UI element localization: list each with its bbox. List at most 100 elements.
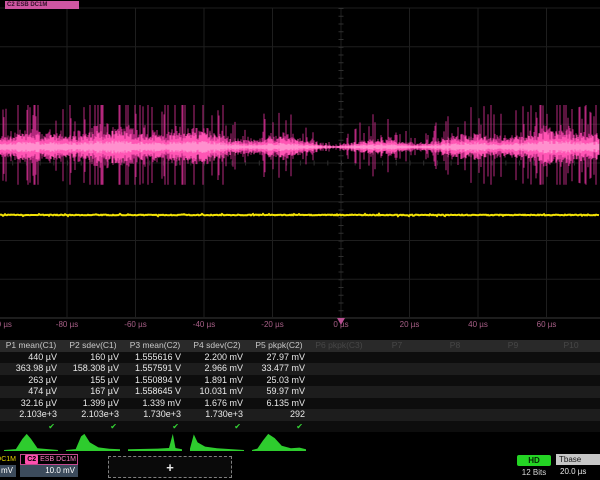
minor-tick: [339, 140, 344, 141]
measurement-value: 6.135 mV: [248, 398, 310, 410]
measurement-value: 1.550894 V: [124, 375, 186, 387]
minor-tick: [339, 31, 344, 32]
minor-tick: [339, 171, 344, 172]
minor-tick: [339, 256, 344, 257]
minor-tick: [12, 161, 13, 166]
minor-tick: [327, 161, 328, 166]
minor-tick: [339, 295, 344, 296]
measurement-header-p7[interactable]: P7: [368, 340, 426, 352]
measurement-row: 2.103e+32.103e+31.730e+31.730e+3292: [0, 409, 600, 421]
measurement-histicons: [0, 433, 600, 452]
time-axis-label: -40 µs: [193, 320, 215, 329]
minor-tick: [533, 161, 534, 166]
minor-tick: [396, 161, 397, 166]
measurement-value: 1.558645 V: [124, 386, 186, 398]
measurement-header-p6[interactable]: P6 pkpk(C3): [310, 340, 368, 352]
minor-tick: [339, 78, 344, 79]
waveform-display[interactable]: [0, 0, 600, 332]
time-axis-label: -100 µs: [0, 320, 12, 329]
channel-c1-scale: 10.0 mV: [0, 465, 16, 477]
measurement-header-p8[interactable]: P8: [426, 340, 484, 352]
measurement-value: 1.555616 V: [124, 352, 186, 364]
trigger-position-marker[interactable]: [337, 318, 345, 325]
measurement-header-p3[interactable]: P3 mean(C2): [124, 340, 186, 352]
measurement-header-p5[interactable]: P5 pkpk(C2): [248, 340, 310, 352]
time-axis-label: -60 µs: [124, 320, 146, 329]
measurement-value: 1.676 mV: [186, 398, 248, 410]
measurement-value: 10.031 mV: [186, 386, 248, 398]
histicon-shape: [252, 434, 306, 451]
measurement-header-row: P1 mean(C1)P2 sdev(C1)P3 mean(C2)P4 sdev…: [0, 340, 600, 352]
minor-tick: [339, 225, 344, 226]
measurement-value: 27.97 mV: [248, 352, 310, 364]
measurement-value: 1.339 mV: [124, 398, 186, 410]
measurement-value: 363.98 µV: [0, 363, 62, 375]
minor-tick: [339, 8, 344, 9]
measurement-row: 474 µV167 µV1.558645 V10.031 mV59.97 mV: [0, 386, 600, 398]
minor-tick: [339, 132, 344, 133]
time-axis-label: -80 µs: [56, 320, 78, 329]
minor-tick: [339, 93, 344, 94]
channel-c2-top-badge[interactable]: C2 ESB DC1M: [5, 1, 79, 9]
channel-c2-scale: 10.0 mV: [20, 465, 78, 477]
minor-tick: [382, 161, 383, 166]
measurement-header-p10[interactable]: P10: [542, 340, 600, 352]
measurement-status-check-icon: ✔: [186, 421, 248, 433]
timebase-title: Tbase: [556, 454, 600, 465]
minor-tick: [53, 161, 54, 166]
measurement-histicon[interactable]: [4, 433, 58, 451]
bottom-toolbar: C1 DC1M 10.0 mV C2 ESB DC1M 10.0 mV + HD…: [0, 452, 600, 480]
histicon-shape: [4, 434, 58, 451]
measurement-header-p1[interactable]: P1 mean(C1): [0, 340, 62, 352]
measurement-status-check-icon: ✔: [124, 421, 186, 433]
minor-tick: [519, 161, 520, 166]
minor-tick: [339, 109, 344, 110]
measurement-value: 1.730e+3: [124, 409, 186, 421]
minor-tick: [339, 62, 344, 63]
minor-tick: [505, 161, 506, 166]
measurement-histicon[interactable]: [128, 433, 182, 451]
measurement-histicon[interactable]: [66, 433, 120, 451]
minor-tick: [339, 163, 344, 164]
histicon-shape: [66, 434, 120, 451]
histicon-shape: [128, 434, 182, 451]
measurement-header-p9[interactable]: P9: [484, 340, 542, 352]
minor-tick: [67, 161, 68, 166]
minor-tick: [40, 161, 41, 166]
measurement-status-check-icon: ✔: [0, 421, 62, 433]
channel-c1-descriptor[interactable]: C1 DC1M 10.0 mV: [0, 454, 16, 478]
measurement-value: 2.200 mV: [186, 352, 248, 364]
minor-tick: [339, 233, 344, 234]
timebase-scale: 20.0 µs: [556, 465, 600, 477]
minor-tick: [339, 47, 344, 48]
timebase-descriptor[interactable]: Tbase 20.0 µs: [556, 454, 600, 478]
measurement-histicon[interactable]: [190, 433, 244, 451]
minor-tick: [339, 16, 344, 17]
measurement-status-check-icon: ✔: [62, 421, 124, 433]
measurement-value: 33.477 mV: [248, 363, 310, 375]
hd-mode-badge[interactable]: HD: [517, 455, 551, 466]
measurement-value: 263 µV: [0, 375, 62, 387]
minor-tick: [339, 264, 344, 265]
minor-tick: [339, 210, 344, 211]
measurement-value: 1.730e+3: [186, 409, 248, 421]
measurement-value: 440 µV: [0, 352, 62, 364]
minor-tick: [339, 186, 344, 187]
minor-tick: [339, 279, 344, 280]
measurement-value: 292: [248, 409, 310, 421]
add-trace-button[interactable]: +: [108, 456, 232, 478]
measurement-header-p2[interactable]: P2 sdev(C1): [62, 340, 124, 352]
measurement-histicon[interactable]: [252, 433, 306, 451]
measurement-row: 32.16 µV1.399 µV1.339 mV1.676 mV6.135 mV: [0, 398, 600, 410]
minor-tick: [339, 248, 344, 249]
c1-trace: [0, 214, 599, 216]
minor-tick: [81, 161, 82, 166]
measurement-header-p4[interactable]: P4 sdev(C2): [186, 340, 248, 352]
time-axis-label: 20 µs: [400, 320, 420, 329]
minor-tick: [492, 161, 493, 166]
channel-c2-descriptor[interactable]: C2 ESB DC1M 10.0 mV: [20, 454, 78, 478]
measurement-value: 160 µV: [62, 352, 124, 364]
minor-tick: [451, 161, 452, 166]
time-axis-label: 60 µs: [537, 320, 557, 329]
measurement-value: 2.103e+3: [62, 409, 124, 421]
